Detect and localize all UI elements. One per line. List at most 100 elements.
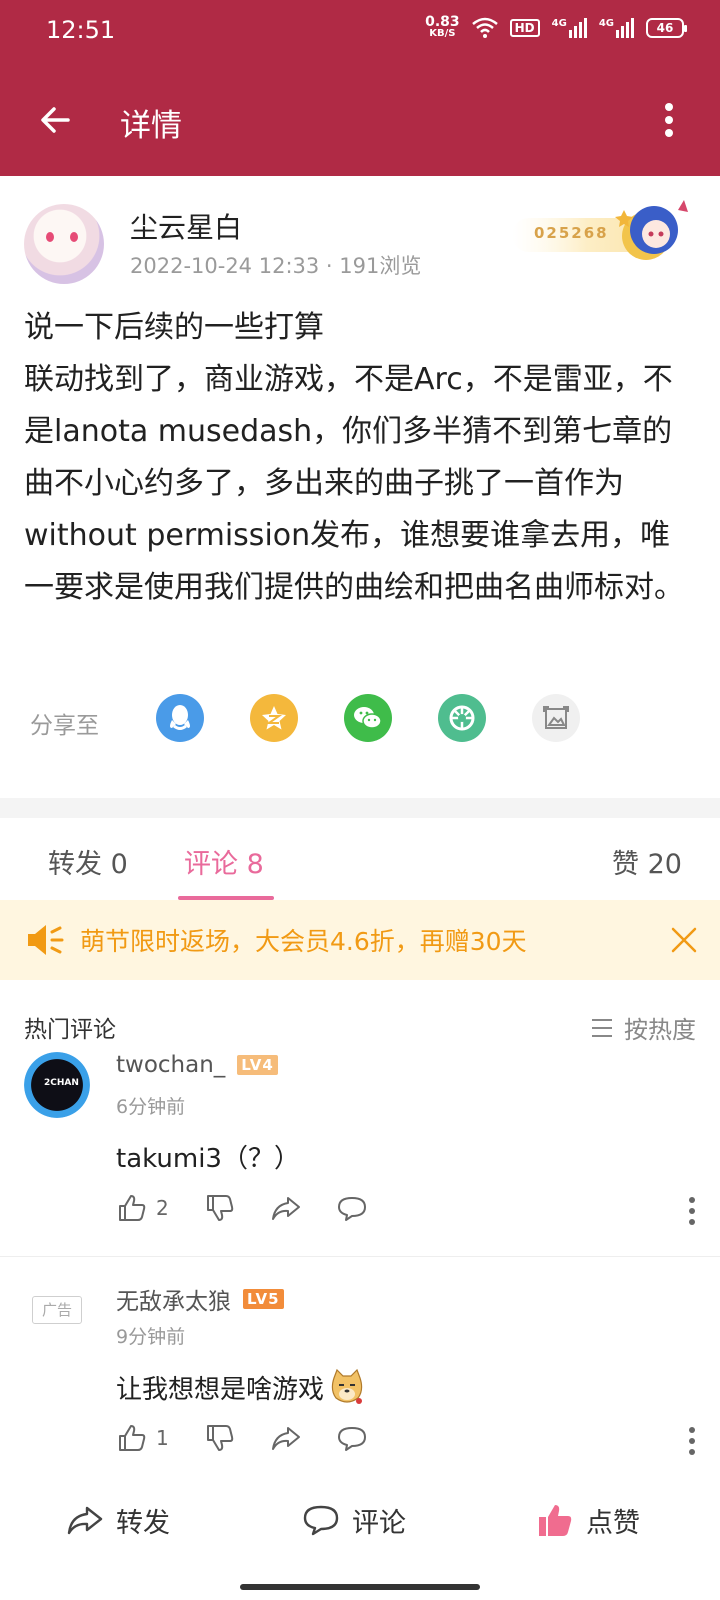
bottom-comment-button[interactable]: 评论 [302,1500,406,1540]
battery-icon: 46 [646,18,687,38]
nav-bar: 详情 [0,82,720,160]
comment-time: 9分钟前 [116,1326,186,1348]
close-icon[interactable] [670,926,698,954]
post-content: 说一下后续的一些打算 联动找到了，商业游戏，不是Arc，不是雷亚，不是lanot… [24,302,700,614]
status-bar: 12:51 0.83 KB/S HD 4G 4G 46 [0,0,720,64]
fan-badge-number: 025268 [534,224,609,242]
hot-comments-title: 热门评论 [24,1017,116,1043]
app-header: 12:51 0.83 KB/S HD 4G 4G 46 详情 [0,0,720,176]
image-icon [543,706,569,729]
comment-actions: 1 [116,1422,696,1462]
bottom-like-label: 点赞 [586,1507,640,1539]
signal-icon: 4G [552,18,587,38]
thumbs-down-icon [207,1425,234,1451]
share-wechat-button[interactable] [344,694,392,742]
sort-button[interactable]: 按热度 [590,1010,696,1045]
sort-list-icon [592,1018,612,1037]
status-time: 12:51 [46,16,116,44]
comment-share-button[interactable] [270,1422,302,1454]
share-moments-button[interactable] [438,694,486,742]
commenter-name-row: twochan_ LV4 [116,1052,278,1078]
post-line: 说一下后续的一些打算 [24,310,324,345]
comments-header: 热门评论 按热度 [24,1010,696,1045]
comment-dislike-button[interactable] [204,1192,236,1224]
post-line: 联动找到了，商业游戏，不是Arc，不是雷亚，不是lanota musedash，… [24,362,684,605]
comment-share-button[interactable] [270,1192,302,1224]
promo-text: 萌节限时返场，大会员4.6折，再赠30天 [80,927,527,956]
like-count: 2 [156,1196,169,1220]
thumbs-up-icon [119,1425,146,1451]
thumbs-down-icon [207,1195,234,1221]
comment-actions: 2 [116,1192,696,1232]
fan-badge[interactable]: 025268 [512,190,696,272]
network-type-2: 4G [598,18,614,29]
network-speed: 0.83 KB/S [425,14,460,40]
tab-comment[interactable]: 评论 8 [184,842,264,881]
back-arrow-icon[interactable] [38,102,74,138]
network-speed-unit: KB/S [429,28,456,39]
share-qq-button[interactable] [156,694,204,742]
qzone-icon [262,706,286,730]
share-row: 分享至 [30,694,690,748]
tab-repost[interactable]: 转发 0 [48,842,128,881]
author-name[interactable]: 尘云星白 [130,206,242,246]
comment-time: 6分钟前 [116,1096,186,1118]
network-speed-value: 0.83 [425,14,460,30]
comment-divider [0,1256,720,1257]
author-avatar[interactable] [24,204,104,284]
page-title: 详情 [120,108,182,144]
comment-more-icon[interactable] [688,1426,696,1456]
thumbs-up-icon [119,1195,146,1221]
bottom-comment-label: 评论 [352,1507,406,1539]
comment-bubble-icon [303,1505,339,1536]
bottom-like-button[interactable]: 点赞 [536,1500,640,1540]
avatar-text: 2CHAN [44,1078,79,1088]
comment-more-icon[interactable] [688,1196,696,1226]
promo-banner[interactable]: 萌节限时返场，大会员4.6折，再赠30天 [0,900,720,980]
home-indicator [240,1584,480,1590]
commenter-avatar[interactable]: 2CHAN [24,1052,90,1118]
more-vertical-icon[interactable] [664,102,674,138]
comment-text: 让我想想是啥游戏 [116,1374,325,1405]
commenter-name[interactable]: twochan_ [116,1052,225,1078]
section-divider [0,798,720,818]
battery-level: 46 [656,21,674,35]
qq-icon [170,705,190,730]
post-meta: 2022-10-24 12:33 · 191浏览 [130,254,422,278]
share-qzone-button[interactable] [250,694,298,742]
share-image-button[interactable] [532,694,580,742]
share-label: 分享至 [30,713,99,739]
share-arrow-icon [272,1197,300,1220]
thumbs-up-filled-icon [539,1505,572,1536]
comment-bubble-icon [338,1197,366,1221]
ad-tag: 广告 [32,1296,82,1324]
level-badge: LV4 [237,1055,278,1075]
comment-bubble-icon [338,1427,366,1451]
wifi-icon [471,17,498,38]
share-arrow-icon [272,1427,300,1450]
doge-emoji-icon [331,1368,363,1404]
comment-reply-button[interactable] [336,1422,368,1454]
network-type-1: 4G [551,18,567,29]
bottom-action-bar: 转发 评论 点赞 [0,1500,720,1570]
level-badge: LV5 [243,1289,284,1309]
bottom-repost-label: 转发 [116,1507,170,1539]
post-author: 尘云星白 2022-10-24 12:33 · 191浏览 025268 [24,200,696,284]
tab-like[interactable]: 赞 20 [612,842,682,881]
comment-text-row: 让我想想是啥游戏 [116,1368,366,1406]
comment-text: takumi3（？） [116,1144,300,1174]
commenter-name-row: 无敌承太狼 LV5 [116,1282,284,1316]
repost-arrow-icon [67,1506,103,1535]
speaker-icon [28,925,64,955]
comment-reply-button[interactable] [336,1192,368,1224]
status-icons: 0.83 KB/S HD 4G 4G 46 [425,14,687,40]
comment-like-button[interactable]: 2 [116,1192,169,1224]
comment-like-button[interactable]: 1 [116,1422,169,1454]
bottom-repost-button[interactable]: 转发 [66,1500,170,1540]
commenter-name[interactable]: 无敌承太狼 [116,1282,231,1316]
hd-badge: HD [509,19,540,37]
comment-dislike-button[interactable] [204,1422,236,1454]
like-count: 1 [156,1426,169,1450]
post-tabs: 转发 0 评论 8 赞 20 [0,818,720,900]
wechat-icon [354,707,382,729]
